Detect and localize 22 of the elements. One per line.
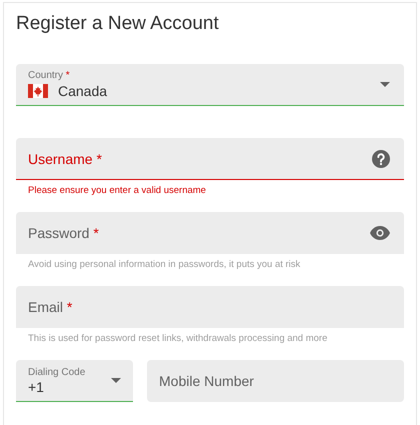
eye-icon[interactable] [370,226,390,240]
text-field[interactable]: Username * [16,138,404,180]
field-label: Email * [28,298,74,314]
caret-icon[interactable] [111,378,121,383]
helper-text: Avoid using personal information in passwords, it puts you at risk [28,259,300,270]
text-field[interactable]: Email * [16,286,404,328]
field-label: Username * [28,150,103,166]
page-title: Register a New Account [16,13,220,35]
helper-text: This is used for password reset links, withdrawals processing and more [28,333,328,344]
field-label: Password * [28,224,100,240]
dialing-code-select[interactable]: Dialing Code +1 [16,360,133,402]
mobile-number-field[interactable]: Mobile Number [147,360,404,402]
text-field[interactable]: Password * [16,212,404,254]
help-icon[interactable] [372,150,390,168]
selected-value: Canada [58,83,108,99]
field-label: Dialing Code [28,366,86,378]
helper-text: Please ensure you enter a valid username [28,185,206,196]
selected-value: +1 [28,378,45,394]
field-label: Country * [28,70,71,81]
caret-icon[interactable] [380,82,390,87]
flag-icon [28,84,48,98]
country-select[interactable]: Country * Canada [16,64,404,106]
